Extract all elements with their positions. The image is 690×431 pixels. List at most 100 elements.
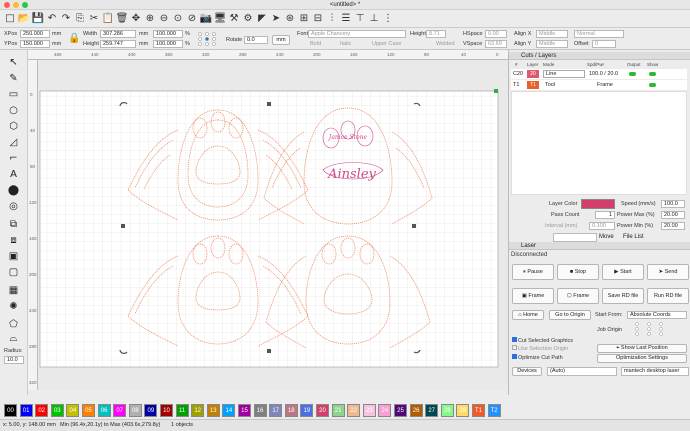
align-right-icon[interactable]: ⊟	[312, 13, 324, 25]
power-min-field[interactable]: 20.00	[661, 222, 685, 230]
layer-mode-select[interactable]: Line	[543, 70, 585, 78]
move-icon[interactable]: ✥	[130, 13, 142, 25]
delete-icon[interactable]: 🗑	[116, 13, 129, 25]
height-field[interactable]: 259.747	[100, 40, 136, 48]
palette-swatch-00[interactable]: 00	[4, 404, 17, 417]
pen-icon[interactable]: ✎	[6, 72, 21, 86]
unit-toggle-button[interactable]: mm	[272, 35, 290, 45]
minimize-window-icon[interactable]	[13, 2, 19, 8]
text-icon[interactable]: A	[6, 168, 21, 182]
palette-swatch-06[interactable]: 06	[97, 404, 111, 417]
close-window-icon[interactable]	[4, 2, 10, 8]
optimization-settings-button[interactable]: Optimization Settings	[597, 354, 687, 363]
tab-file-list[interactable]: File List	[623, 234, 644, 240]
show-last-position-button[interactable]: ⌖ Show Last Position	[597, 344, 687, 353]
work-canvas[interactable]: Janice Stone Ainsley	[38, 60, 508, 390]
align-center-icon[interactable]: ⊛	[284, 13, 296, 25]
port-select[interactable]: (Auto)	[547, 367, 617, 376]
output-toggle-icon[interactable]	[629, 72, 636, 76]
zoom-selection-icon[interactable]: ⊙	[172, 13, 184, 25]
show-toggle-icon[interactable]	[649, 83, 656, 87]
canvas-design-text[interactable]: Ainsley	[327, 167, 376, 182]
align-x-select[interactable]: Middle	[536, 30, 568, 38]
canvas-name-text[interactable]: Janice Stone	[327, 134, 368, 141]
optimize-cut-path-checkbox[interactable]: Optimize Cut Path	[512, 354, 563, 361]
boolean-union-icon[interactable]: ⧉	[6, 218, 21, 232]
polygon-icon[interactable]: ⬡	[6, 120, 21, 134]
pause-button[interactable]: ⏸ Pause	[512, 264, 554, 280]
palette-swatch-15[interactable]: 15	[238, 404, 251, 417]
show-toggle-icon[interactable]	[649, 72, 656, 76]
frame-shape-icon[interactable]: ⌐	[6, 152, 21, 166]
font-height-field[interactable]: 8.71	[426, 30, 446, 38]
open-folder-icon[interactable]: 📂	[18, 13, 30, 25]
frame-circle-button[interactable]: ⬡ Frame	[557, 288, 599, 304]
grid-icon[interactable]: ⋮	[382, 13, 394, 25]
origin-selector[interactable]	[196, 31, 218, 47]
palette-swatch-02[interactable]: 02	[35, 404, 49, 417]
palette-swatch-05[interactable]: 05	[82, 404, 95, 417]
radius-field[interactable]: 10.0	[4, 356, 24, 364]
cut-icon[interactable]: ✂	[88, 13, 100, 25]
weld-icon[interactable]: ▢	[6, 266, 21, 280]
circular-array-icon[interactable]: ✺	[6, 300, 21, 314]
send-button[interactable]: ➤ Send	[647, 264, 689, 280]
paste-icon[interactable]: 📋	[102, 13, 114, 25]
text-mode-select[interactable]: Normal	[574, 30, 624, 38]
rotate-field[interactable]: 0.0	[244, 36, 268, 44]
frame-button[interactable]: ▣ Frame	[512, 288, 554, 304]
grid-array-icon[interactable]: ▦	[6, 284, 21, 298]
offset-field[interactable]: 0	[592, 40, 616, 48]
align-top-icon[interactable]: ⊤	[354, 13, 366, 25]
undo-icon[interactable]: ↶	[46, 13, 58, 25]
palette-swatch-13[interactable]: 13	[206, 404, 220, 417]
palette-swatch-23[interactable]: 23	[362, 404, 376, 417]
layer-row[interactable]: C20 20 Line 100.0 / 20.0	[511, 69, 687, 79]
palette-swatch-16[interactable]: 16	[253, 404, 267, 417]
lock-icon[interactable]: 🔒	[68, 33, 80, 45]
zoom-out-icon[interactable]: ⊖	[158, 13, 170, 25]
corner-round-icon[interactable]: ⌓	[6, 332, 21, 346]
new-file-icon[interactable]: □	[4, 13, 16, 25]
devices-button[interactable]: Devices	[512, 367, 542, 376]
vspace-field[interactable]: 63.69	[485, 40, 507, 48]
go-to-origin-button[interactable]: Go to Origin	[549, 310, 591, 320]
ellipse-icon[interactable]: ○	[6, 104, 21, 118]
select-arrow-icon[interactable]: ↖	[6, 56, 21, 70]
align-y-select[interactable]: Middle	[536, 40, 568, 48]
palette-swatch-19[interactable]: 19	[300, 404, 314, 417]
flip-icon[interactable]: ◤	[256, 13, 268, 25]
save-rd-button[interactable]: Save RD file	[602, 288, 644, 304]
save-icon[interactable]: 💾	[32, 13, 44, 25]
palette-swatch-21[interactable]: 21	[331, 404, 345, 417]
palette-swatch-29[interactable]: 29	[456, 404, 470, 417]
palette-swatch-01[interactable]: 01	[19, 404, 33, 417]
monitor-icon[interactable]: 🖥	[214, 13, 227, 25]
palette-swatch-11[interactable]: 11	[175, 404, 189, 417]
rectangle-icon[interactable]: ▭	[6, 88, 21, 102]
distribute-v-icon[interactable]: ☰	[340, 13, 352, 25]
palette-swatch-09[interactable]: 09	[144, 404, 158, 417]
redo-icon[interactable]: ↷	[60, 13, 72, 25]
palette-swatch-07[interactable]: 07	[113, 404, 127, 417]
trim-icon[interactable]: ⬠	[6, 318, 21, 332]
speed-field[interactable]: 100.0	[661, 200, 685, 208]
layer-color-chip[interactable]: 20	[527, 70, 539, 78]
edit-nodes-icon[interactable]: ◿	[6, 136, 21, 150]
position-marker-icon[interactable]: ⬤	[6, 184, 21, 198]
palette-swatch-22[interactable]: 22	[347, 404, 361, 417]
interval-field[interactable]: 0.100	[589, 222, 615, 230]
palette-swatch-18[interactable]: 18	[284, 404, 298, 417]
bold-checkbox[interactable]: Bold	[310, 41, 321, 47]
tab-move[interactable]: Move	[599, 234, 614, 240]
upper-case-checkbox[interactable]: Upper Case	[372, 41, 401, 47]
tab-cuts-layers[interactable]	[553, 233, 597, 242]
layer-row[interactable]: T1 T1 Tool Frame	[511, 80, 687, 90]
boolean-intersect-icon[interactable]: ▣	[6, 250, 21, 264]
laser-bed[interactable]: Janice Stone Ainsley	[38, 60, 508, 390]
boolean-subtract-icon[interactable]: ⧈	[6, 234, 21, 248]
palette-swatch-28[interactable]: 28	[440, 404, 454, 417]
palette-swatch-03[interactable]: 03	[50, 404, 64, 417]
distribute-h-icon[interactable]: ⫶	[326, 13, 338, 25]
offset-shape-icon[interactable]: ◎	[6, 200, 21, 214]
